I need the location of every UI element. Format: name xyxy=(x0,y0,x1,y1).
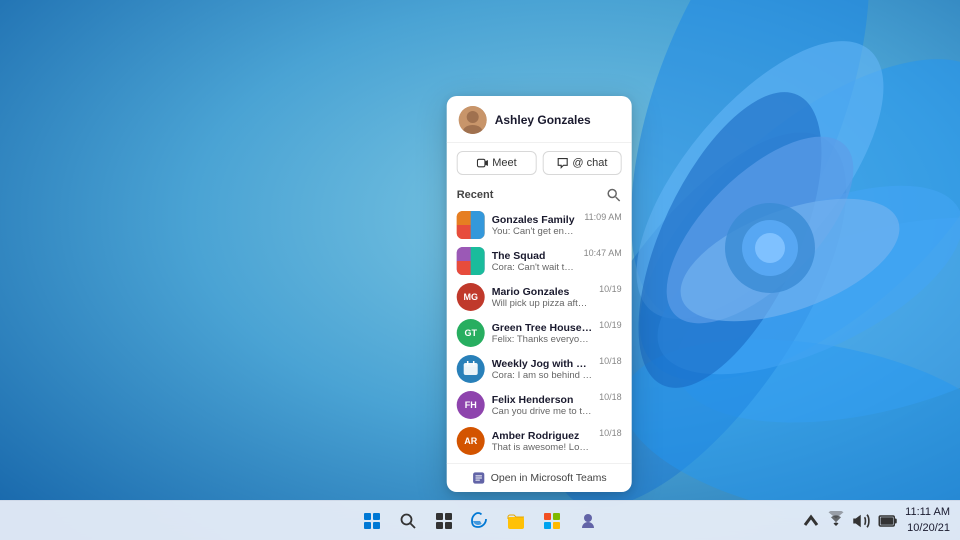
chat-item[interactable]: Weekly Jog with Cora Cora: I am so behin… xyxy=(457,351,622,387)
store-icon xyxy=(542,511,562,531)
chat-list: Gonzales Family You: Can't get enough of… xyxy=(457,207,622,459)
clock-time: 11:11 AM xyxy=(905,505,950,520)
chat-preview: Cora: I am so behind on my step goals. xyxy=(492,370,592,381)
chat-name: Amber Rodriguez xyxy=(492,430,592,442)
chat-info: Felix Henderson Can you drive me to the … xyxy=(492,394,592,417)
chat-name: Green Tree House PTA xyxy=(492,322,592,334)
start-button[interactable] xyxy=(356,505,388,537)
chat-avatar xyxy=(457,247,485,275)
chat-item[interactable]: Gonzales Family You: Can't get enough of… xyxy=(457,207,622,243)
wifi-icon[interactable] xyxy=(825,505,847,537)
chat-name: Felix Henderson xyxy=(492,394,592,406)
store-button[interactable] xyxy=(536,505,568,537)
recent-label: Recent xyxy=(457,189,494,201)
chat-avatar: FH xyxy=(457,391,485,419)
chat-time: 10/19 xyxy=(599,320,622,330)
file-explorer-button[interactable] xyxy=(500,505,532,537)
open-teams-button[interactable]: Open in Microsoft Teams xyxy=(447,463,632,492)
chat-avatar xyxy=(457,211,485,239)
calendar-icon xyxy=(462,360,480,378)
meet-icon xyxy=(476,157,488,169)
desktop: Ashley Gonzales Meet @ chat Recent xyxy=(0,0,960,540)
taskbar-right: 11:11 AM 10/20/21 xyxy=(801,505,950,537)
chat-time: 10:47 AM xyxy=(584,248,622,258)
file-explorer-icon xyxy=(506,511,526,531)
meet-label: Meet xyxy=(492,157,516,169)
chat-preview: That is awesome! Love it! xyxy=(492,442,592,453)
chat-info: Amber Rodriguez That is awesome! Love it… xyxy=(492,430,592,453)
taskbar-center xyxy=(356,505,604,537)
chat-info: Green Tree House PTA Felix: Thanks every… xyxy=(492,322,592,345)
chat-name: Gonzales Family xyxy=(492,214,578,226)
wifi-signal-icon xyxy=(826,511,846,531)
teams-chat-taskbar-icon xyxy=(578,511,598,531)
chat-name: The Squad xyxy=(492,250,577,262)
battery-button[interactable] xyxy=(877,505,899,537)
clock-date: 10/20/21 xyxy=(905,521,950,536)
chat-avatar xyxy=(457,355,485,383)
system-tray xyxy=(801,505,899,537)
meet-button[interactable]: Meet xyxy=(457,151,537,175)
chat-preview: Cora: Can't wait to see everyone! xyxy=(492,262,577,273)
search-button[interactable] xyxy=(392,505,424,537)
chat-preview: Can you drive me to the PTA today? xyxy=(492,406,592,417)
chat-time: 11:09 AM xyxy=(584,212,621,222)
chat-icon xyxy=(556,157,568,169)
edge-icon xyxy=(470,511,490,531)
teams-icon xyxy=(472,471,486,485)
volume-icon xyxy=(852,511,872,531)
chat-avatar: MG xyxy=(457,283,485,311)
chat-item[interactable]: AR Amber Rodriguez That is awesome! Love… xyxy=(457,423,622,459)
recent-section: Recent Gonzales Family You: Can't get en… xyxy=(447,183,632,463)
recent-header: Recent xyxy=(457,187,622,203)
open-teams-label: Open in Microsoft Teams xyxy=(491,472,607,484)
chat-item[interactable]: The Squad Cora: Can't wait to see everyo… xyxy=(457,243,622,279)
volume-button[interactable] xyxy=(851,505,873,537)
chat-info: Weekly Jog with Cora Cora: I am so behin… xyxy=(492,358,592,381)
chat-time: 10/18 xyxy=(599,428,622,438)
search-icon[interactable] xyxy=(606,187,622,203)
popup-actions: Meet @ chat xyxy=(447,143,632,183)
user-avatar-icon xyxy=(459,106,487,134)
chat-time: 10/18 xyxy=(599,392,622,402)
taskbar: 11:11 AM 10/20/21 xyxy=(0,500,960,540)
popup-username: Ashley Gonzales xyxy=(495,113,591,127)
chat-preview: Will pick up pizza after my practice. xyxy=(492,298,592,309)
chat-popup: Ashley Gonzales Meet @ chat Recent xyxy=(447,96,632,492)
chat-item[interactable]: FH Felix Henderson Can you drive me to t… xyxy=(457,387,622,423)
chat-label: @ chat xyxy=(572,157,607,169)
user-avatar xyxy=(459,106,487,134)
search-taskbar-icon xyxy=(398,511,418,531)
chat-time: 10/18 xyxy=(599,356,622,366)
chat-preview: Felix: Thanks everyone for attending tod… xyxy=(492,334,592,345)
tray-overflow-button[interactable] xyxy=(801,505,821,537)
chat-preview: You: Can't get enough of her. xyxy=(492,226,578,237)
chat-name: Mario Gonzales xyxy=(492,286,592,298)
chat-time: 10/19 xyxy=(599,284,622,294)
windows-logo-icon xyxy=(364,513,380,529)
teams-chat-button[interactable] xyxy=(572,505,604,537)
chat-item[interactable]: MG Mario Gonzales Will pick up pizza aft… xyxy=(457,279,622,315)
task-view-button[interactable] xyxy=(428,505,460,537)
chat-avatar: GT xyxy=(457,319,485,347)
chat-avatar: AR xyxy=(457,427,485,455)
chevron-up-icon xyxy=(801,511,821,531)
chat-item[interactable]: GT Green Tree House PTA Felix: Thanks ev… xyxy=(457,315,622,351)
chat-info: Gonzales Family You: Can't get enough of… xyxy=(492,214,578,237)
popup-header: Ashley Gonzales xyxy=(447,96,632,143)
task-view-icon xyxy=(434,511,454,531)
chat-name: Weekly Jog with Cora xyxy=(492,358,592,370)
edge-button[interactable] xyxy=(464,505,496,537)
taskbar-clock[interactable]: 11:11 AM 10/20/21 xyxy=(905,505,950,536)
chat-button[interactable]: @ chat xyxy=(542,151,622,175)
battery-icon xyxy=(878,511,898,531)
chat-info: Mario Gonzales Will pick up pizza after … xyxy=(492,286,592,309)
chat-info: The Squad Cora: Can't wait to see everyo… xyxy=(492,250,577,273)
